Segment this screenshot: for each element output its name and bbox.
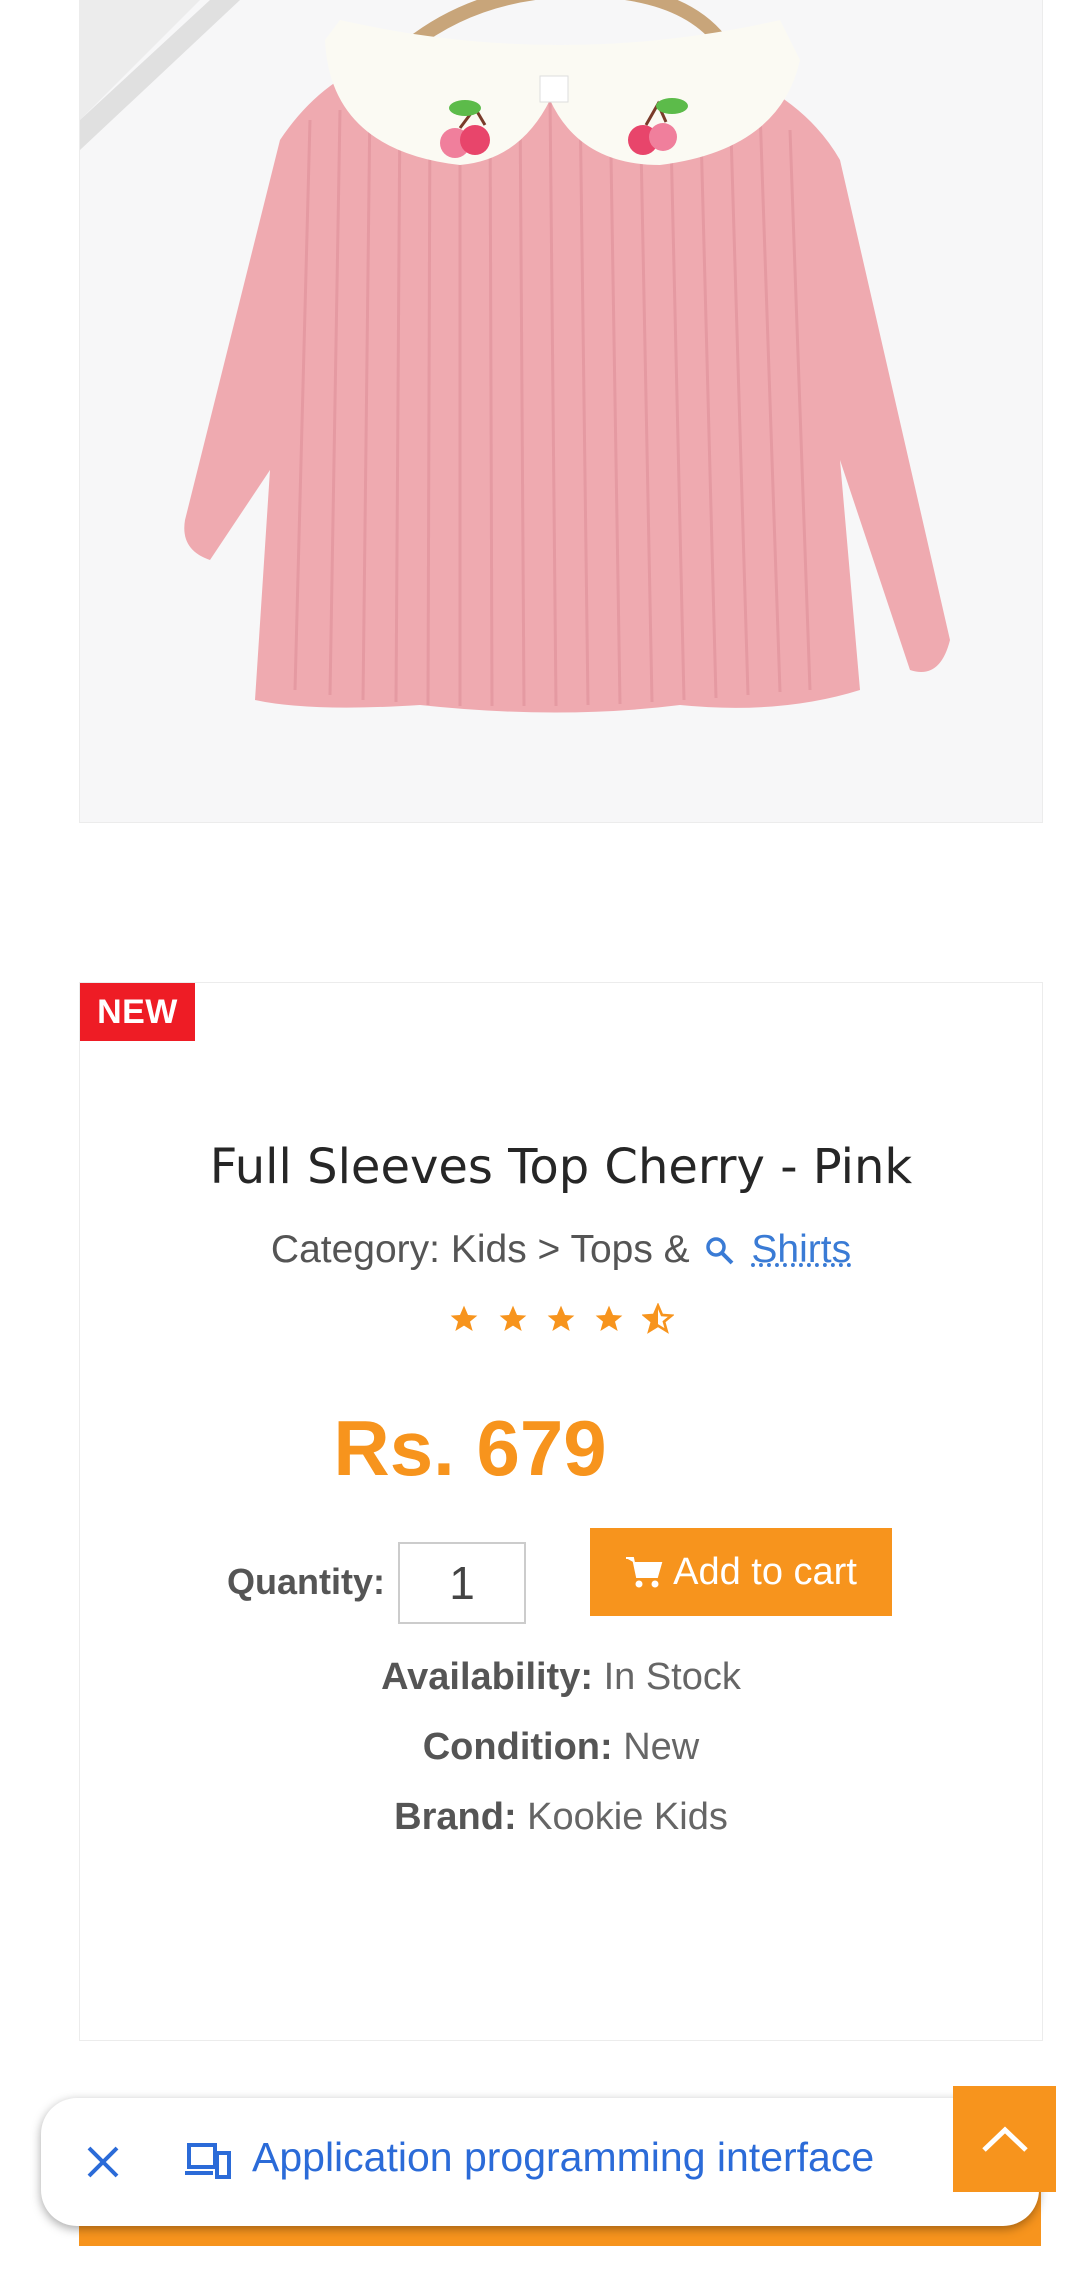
search-icon[interactable] — [705, 1232, 735, 1276]
brand-row: Brand: Kookie Kids — [80, 1796, 1042, 1839]
brand-value: Kookie Kids — [527, 1796, 728, 1838]
devices-icon — [185, 2143, 231, 2179]
cart-icon — [626, 1557, 663, 1588]
product-title: Full Sleeves Top Cherry - Pink — [209, 1139, 913, 1195]
product-category: Category: Kids > Tops & Shirts — [80, 1228, 1042, 1276]
star-icon — [596, 1305, 623, 1331]
close-icon[interactable] — [81, 2140, 125, 2184]
category-link-shirts[interactable]: Shirts — [751, 1228, 851, 1271]
availability-value: In Stock — [603, 1656, 741, 1698]
add-to-cart-label: Add to cart — [673, 1550, 857, 1593]
category-prefix: Category: Kids > Tops & — [270, 1228, 690, 1271]
quantity-label: Quantity: — [227, 1561, 385, 1602]
availability-label: Availability: — [381, 1656, 594, 1698]
brand-label: Brand: — [394, 1796, 517, 1838]
rating-stars — [80, 1302, 1042, 1340]
condition-value: New — [623, 1726, 700, 1768]
condition-label: Condition: — [422, 1726, 613, 1768]
api-popup-text[interactable]: Application programming interface — [252, 2134, 874, 2181]
star-icon — [547, 1305, 575, 1331]
star-half-icon — [641, 1302, 675, 1334]
star-icon — [499, 1305, 526, 1331]
api-popup[interactable]: Application programming interface — [41, 2098, 1039, 2226]
condition-row: Condition: New — [80, 1726, 1042, 1769]
new-badge: NEW — [80, 983, 195, 1041]
add-to-cart-button[interactable]: Add to cart — [590, 1528, 892, 1616]
chevron-up-icon — [981, 2126, 1028, 2152]
product-price: Rs. 679 — [333, 1404, 607, 1492]
quantity-input[interactable]: 1 — [398, 1542, 526, 1624]
availability-row: Availability: In Stock — [80, 1656, 1042, 1699]
product-image[interactable] — [79, 0, 1043, 823]
scroll-to-top-button[interactable] — [953, 2086, 1056, 2192]
product-info-card: NEW Full Sleeves Top Cherry - Pink Categ… — [79, 982, 1043, 2041]
star-icon — [450, 1305, 478, 1331]
